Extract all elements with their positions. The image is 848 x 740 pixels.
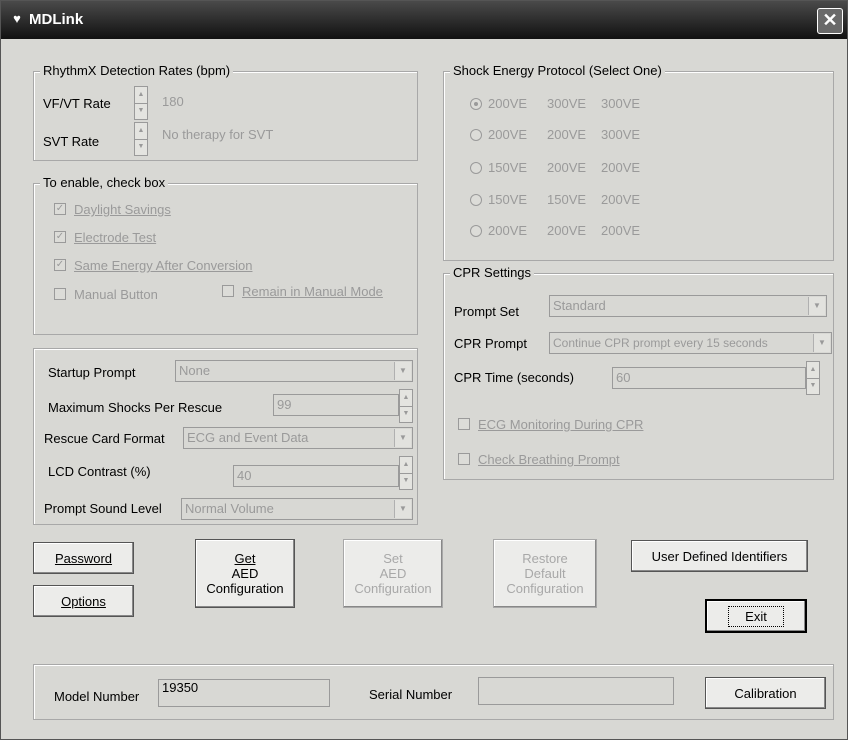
max-shocks-label: Maximum Shocks Per Rescue <box>48 400 223 415</box>
enable-options-group: To enable, check box ✓ Daylight Savings … <box>33 175 418 335</box>
max-shocks-spinner[interactable]: ▲ ▼ <box>399 389 413 423</box>
cpr-time-field[interactable]: 60 <box>612 367 806 389</box>
device-info-group: Model Number 19350 Serial Number Calibra… <box>33 664 834 720</box>
cpr-prompt-select[interactable]: Continue CPR prompt every 15 seconds ▼ <box>549 332 832 354</box>
serial-number-field <box>478 677 674 705</box>
ecg-monitoring-label: ECG Monitoring During CPR <box>478 417 644 432</box>
options-button[interactable]: Options <box>33 585 134 617</box>
svt-rate-spinner[interactable]: ▲ ▼ <box>134 122 148 156</box>
svt-rate-value: No therapy for SVT <box>162 127 274 142</box>
password-button[interactable]: Password <box>33 542 134 574</box>
ecg-monitoring-checkbox[interactable] <box>458 418 470 430</box>
rhythmx-group: RhythmX Detection Rates (bpm) VF/VT Rate… <box>33 63 418 161</box>
max-shocks-field[interactable]: 99 <box>273 394 399 416</box>
chevron-down-icon[interactable]: ▼ <box>813 334 830 352</box>
same-energy-label: Same Energy After Conversion <box>74 258 253 273</box>
close-button[interactable]: ✕ <box>817 8 843 34</box>
exit-button[interactable]: Exit <box>705 599 807 633</box>
manual-button-label: Manual Button <box>74 287 158 302</box>
model-number-field: 19350 <box>158 679 330 707</box>
set-aed-configuration-button[interactable]: Set AED Configuration <box>343 539 443 608</box>
cpr-settings-group: CPR Settings Prompt Set Standard ▼ CPR Pr… <box>443 265 834 480</box>
user-defined-identifiers-button[interactable]: User Defined Identifiers <box>631 540 808 572</box>
rescue-card-format-select[interactable]: ECG and Event Data ▼ <box>183 427 413 449</box>
shock-radio[interactable] <box>470 225 482 237</box>
chevron-down-icon[interactable]: ▼ <box>808 297 825 315</box>
spin-down-icon[interactable]: ▼ <box>400 473 412 489</box>
spin-down-icon[interactable]: ▼ <box>400 406 412 422</box>
spin-down-icon[interactable]: ▼ <box>807 378 819 394</box>
chevron-down-icon[interactable]: ▼ <box>394 500 411 518</box>
rescue-card-format-label: Rescue Card Format <box>44 431 165 446</box>
lcd-contrast-spinner[interactable]: ▲ ▼ <box>399 456 413 490</box>
model-number-label: Model Number <box>54 689 140 704</box>
shock-radio[interactable] <box>470 162 482 174</box>
startup-prompt-label: Startup Prompt <box>48 365 136 380</box>
shock-radio[interactable] <box>470 98 482 110</box>
calibration-button[interactable]: Calibration <box>705 677 826 709</box>
vfvt-rate-label: VF/VT Rate <box>43 96 111 111</box>
remain-manual-label: Remain in Manual Mode <box>242 284 383 299</box>
spin-down-icon[interactable]: ▼ <box>135 103 147 119</box>
manual-button-checkbox[interactable] <box>54 288 66 300</box>
mdlink-window: ♥ MDLink ✕ RhythmX Detection Rates (bpm)… <box>0 0 848 740</box>
prompt-set-label: Prompt Set <box>454 304 520 319</box>
check-breathing-label: Check Breathing Prompt <box>478 452 620 467</box>
prompt-sound-level-select[interactable]: Normal Volume ▼ <box>181 498 413 520</box>
restore-default-configuration-button[interactable]: Restore Default Configuration <box>493 539 597 608</box>
cpr-time-spinner[interactable]: ▲ ▼ <box>806 361 820 395</box>
spin-up-icon[interactable]: ▲ <box>135 123 147 140</box>
device-settings-group: Startup Prompt None ▼ Maximum Shocks Per … <box>33 348 418 525</box>
cpr-prompt-label: CPR Prompt <box>454 336 527 351</box>
shock-radio[interactable] <box>470 129 482 141</box>
get-aed-configuration-button[interactable]: Get AED Configuration <box>195 539 295 608</box>
prompt-set-select[interactable]: Standard ▼ <box>549 295 827 317</box>
electrode-test-label: Electrode Test <box>74 230 157 245</box>
spin-up-icon[interactable]: ▲ <box>400 457 412 474</box>
lcd-contrast-label: LCD Contrast (%) <box>48 464 151 479</box>
serial-number-label: Serial Number <box>369 687 453 702</box>
vfvt-rate-spinner[interactable]: ▲ ▼ <box>134 86 148 120</box>
remain-manual-checkbox[interactable] <box>222 285 234 297</box>
shock-energy-group: Shock Energy Protocol (Select One) 200VE… <box>443 63 834 261</box>
heart-icon: ♥ <box>13 11 21 26</box>
lcd-contrast-field[interactable]: 40 <box>233 465 399 487</box>
vfvt-rate-value: 180 <box>162 94 184 109</box>
spin-up-icon[interactable]: ▲ <box>400 390 412 407</box>
daylight-savings-checkbox[interactable]: ✓ <box>54 203 66 215</box>
chevron-down-icon[interactable]: ▼ <box>394 429 411 447</box>
cpr-settings-group-title: CPR Settings <box>450 265 535 280</box>
spin-up-icon[interactable]: ▲ <box>135 87 147 104</box>
electrode-test-checkbox[interactable]: ✓ <box>54 231 66 243</box>
title-bar[interactable]: ♥ MDLink ✕ <box>1 1 847 39</box>
spin-up-icon[interactable]: ▲ <box>807 362 819 379</box>
startup-prompt-select[interactable]: None ▼ <box>175 360 413 382</box>
spin-down-icon[interactable]: ▼ <box>135 139 147 155</box>
shock-radio[interactable] <box>470 194 482 206</box>
rhythmx-group-title: RhythmX Detection Rates (bpm) <box>40 63 234 78</box>
shock-energy-group-title: Shock Energy Protocol (Select One) <box>450 63 665 78</box>
daylight-savings-label: Daylight Savings <box>74 202 171 217</box>
chevron-down-icon[interactable]: ▼ <box>394 362 411 380</box>
enable-group-title: To enable, check box <box>40 175 169 190</box>
same-energy-checkbox[interactable]: ✓ <box>54 259 66 271</box>
check-breathing-checkbox[interactable] <box>458 453 470 465</box>
window-title: MDLink <box>29 11 84 28</box>
cpr-time-label: CPR Time (seconds) <box>454 370 574 385</box>
svt-rate-label: SVT Rate <box>43 134 100 149</box>
prompt-sound-level-label: Prompt Sound Level <box>44 501 162 516</box>
